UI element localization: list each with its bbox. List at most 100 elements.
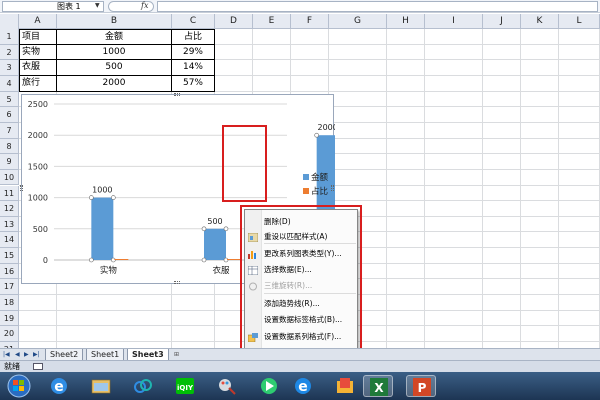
row-header[interactable]: 3 (0, 60, 19, 76)
bar-share-实物[interactable] (114, 259, 129, 260)
column-header[interactable]: B (57, 14, 172, 29)
row-header[interactable]: 17 (0, 279, 19, 296)
table-header-cell[interactable]: 占比 (172, 29, 215, 45)
function-icon[interactable]: fx (141, 1, 148, 11)
legend-label[interactable]: 占比 (311, 186, 328, 197)
table-header-cell[interactable]: 项目 (19, 29, 57, 45)
windows-start-icon[interactable] (0, 372, 38, 400)
column-header[interactable]: J (483, 14, 521, 29)
row-header[interactable]: 4 (0, 75, 19, 92)
bar-衣服[interactable] (204, 228, 226, 260)
resize-handle-top[interactable] (174, 93, 180, 96)
selection-marker[interactable] (89, 257, 94, 263)
status-text: 就绪 (4, 362, 20, 371)
iqiyi-icon[interactable]: iQIY (170, 375, 200, 397)
column-header[interactable]: L (559, 14, 600, 29)
legend-swatch (303, 174, 309, 180)
prev-sheet-icon[interactable]: ◀ (15, 349, 20, 360)
select-all-corner[interactable] (0, 14, 19, 29)
x-tick-label: 衣服 (212, 265, 230, 276)
table-cell[interactable]: 1000 (57, 44, 172, 61)
row-header[interactable]: 9 (0, 154, 19, 170)
highlight-box-data-point (222, 125, 267, 202)
bar-实物[interactable] (91, 197, 114, 260)
row-header[interactable]: 5 (0, 91, 19, 108)
row-header[interactable]: 14 (0, 232, 19, 249)
column-header[interactable]: K (521, 14, 559, 29)
y-tick-label: 0 (43, 256, 48, 265)
sheet-tab[interactable]: Sheet3 (127, 349, 169, 360)
legend-swatch (303, 188, 309, 194)
media-player-icon[interactable] (254, 375, 284, 397)
table-cell[interactable]: 14% (172, 60, 215, 76)
svg-text:e: e (54, 379, 64, 395)
data-label: 1000 (92, 186, 112, 195)
first-sheet-icon[interactable]: |◀ (3, 349, 10, 360)
table-cell[interactable]: 实物 (19, 44, 57, 61)
row-header[interactable]: 12 (0, 201, 19, 217)
row-header[interactable]: 1 (0, 29, 19, 45)
table-cell[interactable]: 2000 (57, 75, 172, 92)
table-cell[interactable]: 29% (172, 44, 215, 61)
excel-icon[interactable]: X (363, 375, 393, 397)
row-header[interactable]: 16 (0, 263, 19, 280)
data-label: 500 (207, 217, 222, 226)
row-header[interactable]: 11 (0, 185, 19, 202)
ie-icon[interactable]: e (44, 375, 74, 397)
column-header[interactable]: E (253, 14, 291, 29)
macro-record-icon[interactable] (33, 363, 43, 370)
selection-marker[interactable] (223, 226, 229, 232)
column-header[interactable]: D (215, 14, 253, 29)
selection-marker[interactable] (201, 226, 207, 232)
paint-icon[interactable] (212, 375, 242, 397)
taskbar: e iQIY e X P (0, 372, 600, 400)
column-header[interactable]: G (329, 14, 387, 29)
insert-sheet-icon[interactable]: ⊞ (174, 349, 179, 360)
row-header[interactable]: 8 (0, 138, 19, 155)
resize-handle-bottom[interactable] (174, 281, 180, 284)
selection-marker[interactable] (111, 195, 116, 200)
row-header[interactable]: 10 (0, 169, 19, 186)
resize-handle-right[interactable] (331, 185, 334, 191)
column-header[interactable]: F (291, 14, 329, 29)
next-sheet-icon[interactable]: ▶ (24, 349, 29, 360)
row-header[interactable]: 15 (0, 248, 19, 264)
column-header[interactable]: I (425, 14, 483, 29)
folder-icon[interactable] (330, 375, 360, 397)
svg-text:e: e (298, 379, 308, 395)
row-header[interactable]: 13 (0, 216, 19, 233)
legend-label[interactable]: 金额 (311, 172, 329, 183)
column-header[interactable]: A (19, 14, 57, 29)
table-cell[interactable]: 500 (57, 60, 172, 76)
chevron-down-icon[interactable]: ▼ (95, 1, 100, 11)
last-sheet-icon[interactable]: ▶| (33, 349, 40, 360)
selection-marker[interactable] (314, 132, 319, 138)
svg-text:X: X (374, 381, 384, 395)
formula-input[interactable] (157, 1, 598, 12)
name-box[interactable]: 图表 1 (2, 1, 104, 12)
bar-share-衣服[interactable] (227, 259, 241, 260)
resize-handle-left[interactable] (20, 185, 23, 191)
explorer-icon[interactable] (86, 375, 116, 397)
row-header[interactable]: 18 (0, 295, 19, 311)
powerpoint-icon[interactable]: P (406, 375, 436, 397)
row-header[interactable]: 6 (0, 107, 19, 123)
column-header[interactable]: C (172, 14, 215, 29)
ie-icon-2[interactable]: e (288, 375, 318, 397)
y-tick-label: 2500 (28, 100, 48, 109)
table-cell[interactable]: 衣服 (19, 60, 57, 76)
row-header[interactable]: 2 (0, 44, 19, 61)
row-header[interactable]: 19 (0, 310, 19, 327)
table-cell[interactable]: 57% (172, 75, 215, 92)
sheet-tab[interactable]: Sheet1 (86, 349, 125, 360)
svg-text:P: P (418, 381, 427, 395)
sheet-tab[interactable]: Sheet2 (45, 349, 84, 360)
table-header-cell[interactable]: 金额 (57, 29, 172, 45)
row-header[interactable]: 7 (0, 122, 19, 139)
row-header[interactable]: 20 (0, 326, 19, 342)
column-header[interactable]: H (387, 14, 425, 29)
selection-marker[interactable] (89, 195, 94, 200)
selection-marker[interactable] (201, 257, 207, 263)
baidu-cloud-icon[interactable] (128, 375, 158, 397)
table-cell[interactable]: 旅行 (19, 75, 57, 92)
